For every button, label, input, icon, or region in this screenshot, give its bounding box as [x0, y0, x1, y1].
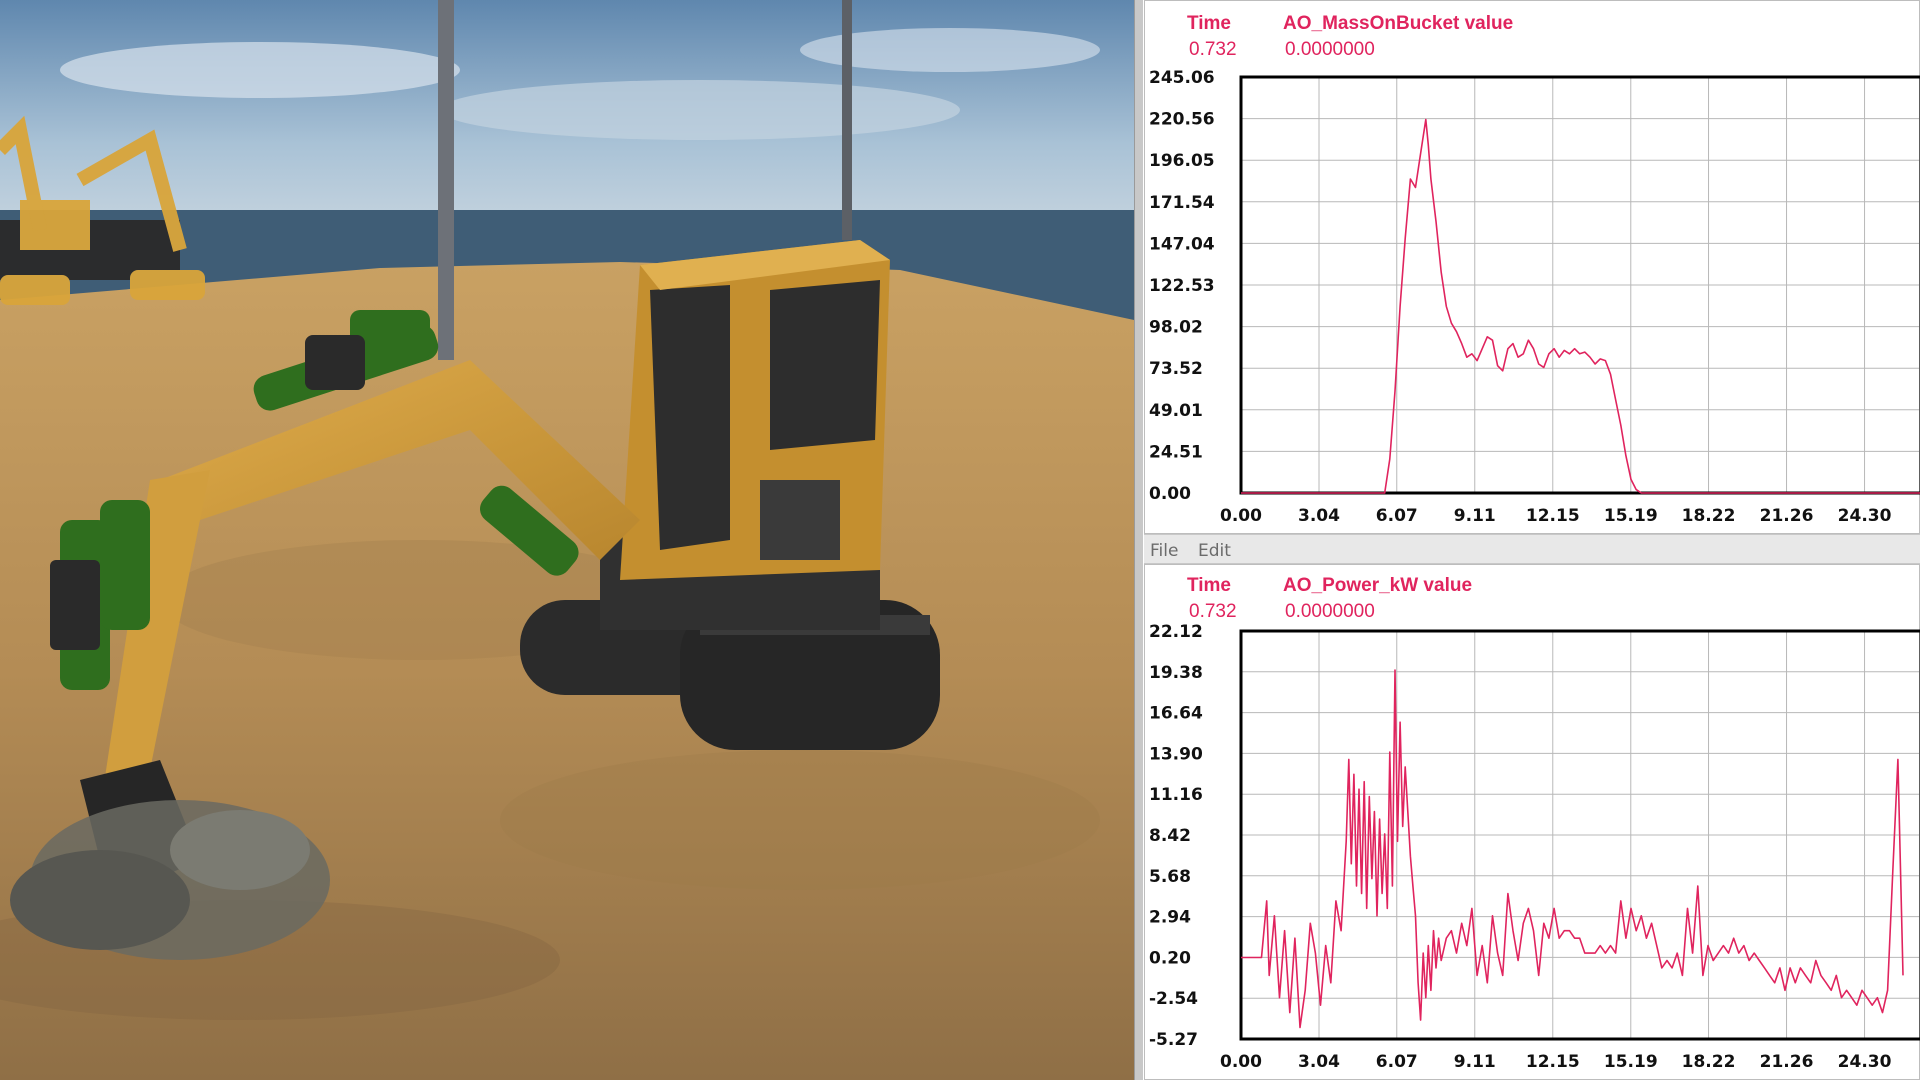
y-tick-label: 245.06	[1149, 68, 1215, 88]
application-window: Time 0.732 AO_MassOnBucket value 0.00000…	[0, 0, 1920, 1080]
y-tick-label: 73.52	[1149, 359, 1203, 379]
x-tick-label: 6.07	[1376, 506, 1418, 526]
menu-file[interactable]: File	[1150, 541, 1178, 561]
menu-bar: File Edit	[1144, 534, 1920, 564]
y-tick-label: 0.00	[1149, 484, 1191, 504]
y-tick-label: 19.38	[1149, 663, 1203, 683]
x-tick-label: 24.30	[1838, 1052, 1892, 1072]
y-tick-label: 171.54	[1149, 193, 1215, 213]
y-tick-label: 49.01	[1149, 401, 1203, 421]
x-tick-label: 6.07	[1376, 1052, 1418, 1072]
series-line	[1241, 118, 1920, 494]
mass-on-bucket-chart[interactable]: 245.06 220.56 196.05 171.54 147.04 122.53 98.0…	[1145, 1, 1920, 535]
splitter[interactable]	[1134, 0, 1144, 1080]
plot-panel-power-kw: Time 0.732 AO_Power_kW value 0.0000000 2…	[1144, 564, 1920, 1080]
y-tick-label: -2.54	[1149, 989, 1198, 1009]
y-tick-label: 220.56	[1149, 110, 1215, 130]
x-tick-label: 24.30	[1838, 506, 1892, 526]
y-tick-label: 2.94	[1149, 908, 1191, 928]
simulation-viewport[interactable]	[0, 0, 1134, 1080]
x-tick-label: 21.26	[1760, 506, 1814, 526]
excavator-scene	[0, 0, 1134, 1080]
y-tick-label: 11.16	[1149, 785, 1203, 805]
x-tick-label: 18.22	[1682, 1052, 1736, 1072]
x-tick-label: 0.00	[1220, 1052, 1262, 1072]
x-tick-label: 3.04	[1298, 506, 1340, 526]
menu-edit[interactable]: Edit	[1198, 541, 1231, 561]
x-tick-label: 18.22	[1682, 506, 1736, 526]
x-tick-label: 9.11	[1454, 506, 1496, 526]
y-tick-label: 13.90	[1149, 744, 1203, 764]
x-tick-label: 12.15	[1526, 1052, 1580, 1072]
x-tick-label: 15.19	[1604, 1052, 1658, 1072]
y-tick-label: 147.04	[1149, 234, 1215, 254]
x-tick-label: 0.00	[1220, 506, 1262, 526]
y-tick-label: 8.42	[1149, 826, 1191, 846]
x-tick-label: 12.15	[1526, 506, 1580, 526]
plot-panel-mass-on-bucket: Time 0.732 AO_MassOnBucket value 0.00000…	[1144, 0, 1920, 534]
y-tick-label: 22.12	[1149, 622, 1203, 642]
x-tick-label: 9.11	[1454, 1052, 1496, 1072]
y-tick-label: 98.02	[1149, 318, 1203, 338]
excavator-cab	[600, 240, 890, 630]
power-kw-chart[interactable]: 22.12 19.38 16.64 13.90 11.16 8.42 5.68 2.94 0.2…	[1145, 565, 1920, 1080]
y-tick-label: -5.27	[1149, 1030, 1198, 1050]
y-tick-label: 24.51	[1149, 442, 1203, 462]
y-tick-label: 16.64	[1149, 704, 1203, 724]
y-tick-label: 196.05	[1149, 151, 1215, 171]
x-tick-label: 3.04	[1298, 1052, 1340, 1072]
x-tick-label: 15.19	[1604, 506, 1658, 526]
y-tick-label: 0.20	[1149, 948, 1191, 968]
y-tick-label: 122.53	[1149, 276, 1215, 296]
series-line	[1241, 669, 1904, 1029]
x-tick-label: 21.26	[1760, 1052, 1814, 1072]
y-tick-label: 5.68	[1149, 867, 1191, 887]
